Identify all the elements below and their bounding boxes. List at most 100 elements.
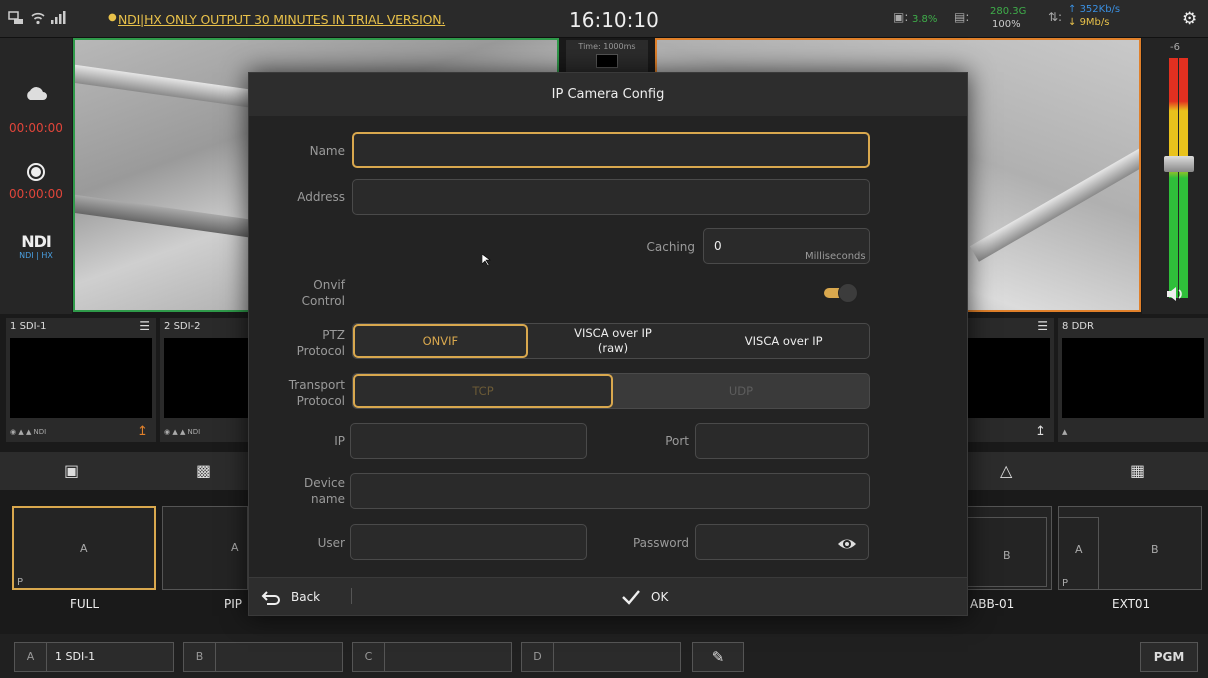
layout-label-pip: PIP — [224, 597, 243, 611]
upload-icon[interactable]: ↥ — [1035, 424, 1046, 439]
upload-icon[interactable]: ↥ — [137, 424, 148, 439]
gear-icon[interactable]: ⚙ — [1182, 9, 1197, 29]
address-input[interactable] — [352, 179, 870, 215]
source-tile-sdi-2[interactable]: 2 SDI-2 ◉ ▲ ▲ NDI — [160, 318, 248, 442]
ndi-logo[interactable]: NDI — [0, 232, 72, 251]
ptz-option-onvif[interactable]: ONVIF — [353, 324, 528, 358]
layout-cell-b: B — [1003, 549, 1011, 562]
ptz-label-line1: PTZ — [322, 328, 345, 342]
onvif-control-label: Onvif Control — [279, 277, 345, 309]
user-input[interactable] — [350, 524, 587, 560]
ndi-hx-label: NDI | HX — [19, 251, 53, 260]
password-label: Password — [632, 536, 689, 550]
list-icon[interactable]: ☰ — [1037, 319, 1048, 333]
port-label: Port — [665, 434, 689, 448]
source-status-icons: ◉ ▲ ▲ NDI — [164, 428, 201, 436]
source-name: SDI-2 — [173, 321, 201, 332]
source-tile-sdi-1[interactable]: 1 SDI-1 ☰ ◉ ▲ ▲ NDI ↥ — [6, 318, 156, 442]
name-input[interactable] — [352, 132, 870, 168]
image-overlay-icon[interactable]: ▩ — [196, 461, 211, 480]
layout-ext01[interactable]: A B P — [1058, 506, 1202, 590]
record-icon[interactable] — [0, 162, 72, 185]
layout-cell-a: A — [80, 542, 88, 555]
edit-icon[interactable]: ✎ — [692, 642, 744, 672]
audio-mix-icon[interactable]: △ — [1000, 461, 1012, 480]
layout-corner: P — [17, 577, 24, 588]
pgm-button[interactable]: PGM — [1140, 642, 1198, 672]
cloud-stream-icon[interactable] — [0, 86, 72, 105]
source-tile-ddr[interactable]: 8 DDR ▲ — [1058, 318, 1208, 442]
slot-d[interactable]: D — [521, 642, 681, 672]
source-label: 8 DDR — [1062, 321, 1094, 332]
dialog-footer: Back OK — [249, 577, 967, 615]
layout-full[interactable]: A P — [12, 506, 156, 590]
timecode-label: Time: 1000ms — [578, 42, 636, 51]
transport-option-tcp[interactable]: TCP — [353, 374, 613, 408]
storage-icon: ▤: — [954, 10, 970, 24]
transport-protocol-selector: TCP UDP — [352, 373, 870, 409]
image-icon[interactable]: ▣ — [64, 461, 79, 480]
layout-label-ext01: EXT01 — [1112, 597, 1151, 611]
download-value: 9Mb/s — [1079, 17, 1110, 28]
source-name: SDI-1 — [19, 321, 47, 332]
layout-pip[interactable]: A — [162, 506, 248, 590]
download-rate: ↓ 9Mb/s — [1068, 17, 1110, 28]
dialog-title: IP Camera Config — [249, 73, 967, 116]
onvif-control-toggle[interactable] — [822, 282, 858, 304]
slot-a[interactable]: A 1 SDI-1 — [14, 642, 174, 672]
audio-level: -6 — [1170, 42, 1180, 53]
cpu-usage: 3.8% — [912, 14, 938, 25]
layout-corner: P — [1062, 578, 1069, 589]
layout-label-abb-01: ABB-01 — [970, 597, 1015, 611]
transport-label-line2: Protocol — [296, 394, 345, 408]
wifi-icon — [30, 10, 46, 30]
transport-protocol-label: Transport Protocol — [269, 377, 345, 409]
device-label-line1: Device — [303, 476, 345, 490]
ip-input[interactable] — [350, 423, 587, 459]
timecode-box: Time: 1000ms — [566, 40, 648, 74]
slot-key: C — [353, 643, 385, 671]
stream-time: 00:00:00 — [9, 121, 63, 135]
user-label: User — [317, 536, 345, 550]
mouse-cursor-icon — [482, 254, 491, 266]
volume-fader[interactable] — [1164, 156, 1194, 172]
source-status-icons: ◉ ▲ ▲ NDI — [10, 428, 47, 436]
transport-option-udp[interactable]: UDP — [613, 374, 869, 408]
port-input[interactable] — [695, 423, 869, 459]
layout-cell-a: A — [1075, 543, 1083, 556]
bottom-bar: A 1 SDI-1 B C D ✎ PGM — [0, 634, 1208, 678]
bell-icon: ● — [108, 12, 117, 23]
source-tile-7[interactable]: ☰ ↥ — [968, 318, 1054, 442]
caching-label: Caching — [646, 240, 696, 254]
source-video — [968, 338, 1050, 418]
audio-meter-panel: -6 — [1142, 38, 1208, 314]
ok-label: OK — [651, 590, 669, 604]
list-icon[interactable]: ☰ — [139, 319, 150, 333]
trial-notice-link[interactable]: NDI|HX ONLY OUTPUT 30 MINUTES IN TRIAL V… — [118, 12, 445, 27]
eye-icon[interactable] — [837, 534, 857, 554]
ok-button[interactable]: OK — [621, 586, 668, 608]
ptz-protocol-selector: ONVIF VISCA over IP (raw) VISCA over IP — [352, 323, 870, 359]
device-name-input[interactable] — [350, 473, 870, 509]
slot-b[interactable]: B — [183, 642, 343, 672]
ptz-option-visca[interactable]: VISCA over IP — [698, 324, 869, 358]
source-status-icons: ▲ — [1062, 428, 1068, 436]
slot-key: A — [15, 643, 47, 671]
storage-percent: 100% — [992, 19, 1021, 30]
slot-c[interactable]: C — [352, 642, 512, 672]
ip-label: IP — [334, 434, 345, 448]
swap-icon[interactable]: ▦ — [1130, 461, 1145, 480]
ptz-option-visca-raw[interactable]: VISCA over IP (raw) — [528, 324, 699, 358]
upload-rate: ↑ 352Kb/s — [1068, 4, 1121, 15]
onvif-label-line1: Onvif — [313, 278, 345, 292]
slot-key: D — [522, 643, 554, 671]
network-icon — [8, 10, 24, 30]
source-video — [10, 338, 152, 418]
layout-abb-01[interactable]: B — [966, 506, 1052, 590]
address-label: Address — [297, 190, 345, 204]
back-button[interactable]: Back — [261, 586, 320, 608]
upload-value: 352Kb/s — [1079, 4, 1121, 15]
speaker-icon[interactable] — [1166, 286, 1184, 307]
transport-label-line1: Transport — [288, 378, 345, 392]
caching-unit: Milliseconds — [805, 251, 866, 262]
